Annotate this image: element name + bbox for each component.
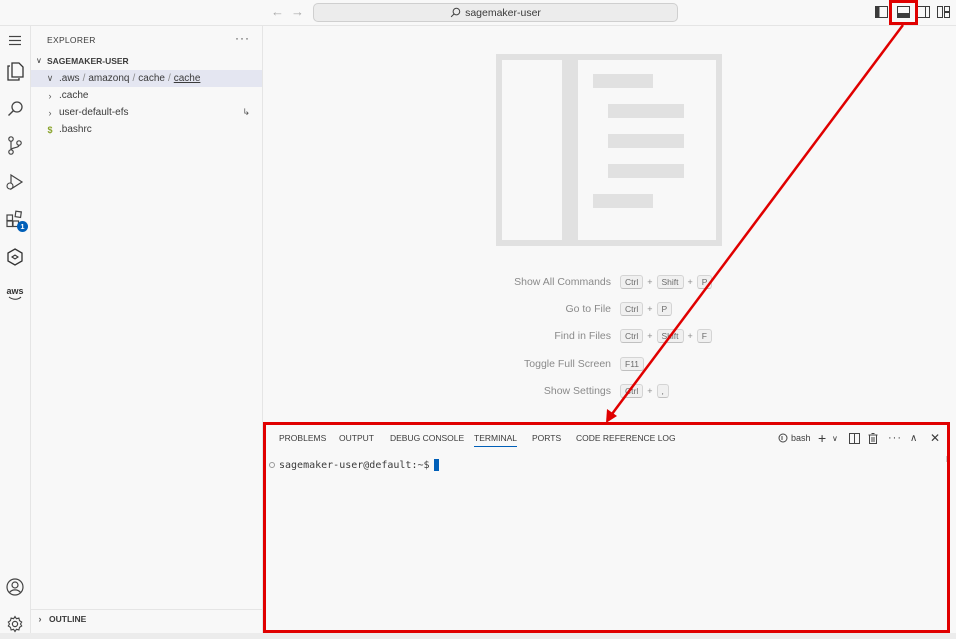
forward-arrow-icon[interactable]: → bbox=[291, 4, 304, 19]
toggle-primary-sidebar-icon[interactable] bbox=[873, 4, 889, 20]
key-cap: F bbox=[696, 329, 712, 343]
key-cap: Shift bbox=[656, 329, 684, 343]
outline-section[interactable]: › OUTLINE bbox=[31, 609, 262, 627]
title-bar: ← → sagemaker-user bbox=[0, 0, 956, 26]
tree-item-label: user-default-efs bbox=[59, 107, 129, 118]
command-center-text: sagemaker-user bbox=[465, 6, 541, 19]
shortcut-label: Toggle Full Screen bbox=[524, 358, 611, 370]
explorer-icon[interactable] bbox=[4, 60, 26, 82]
extensions-icon[interactable]: 1 bbox=[4, 208, 28, 232]
tree-item-cache[interactable]: › .cache bbox=[31, 87, 262, 104]
tree-item-label: .cache bbox=[59, 90, 89, 101]
chevron-right-icon: › bbox=[48, 107, 52, 118]
path-separator: / bbox=[82, 73, 86, 84]
annotation-highlight-toggle-panel bbox=[889, 0, 918, 25]
annotation-highlight-panel bbox=[263, 422, 950, 633]
key-cap: , bbox=[656, 384, 669, 398]
back-arrow-icon[interactable]: ← bbox=[271, 4, 284, 19]
explorer-more-actions-button[interactable]: ··· bbox=[235, 31, 250, 45]
path-separator: / bbox=[167, 73, 171, 84]
tree-item-user-default-efs[interactable]: › user-default-efs ↳ bbox=[31, 104, 262, 121]
path-segment: .aws bbox=[59, 73, 80, 84]
tree-item-aws-cache[interactable]: ∨ .aws / amazonq / cache / cache bbox=[31, 70, 262, 87]
chevron-right-icon: › bbox=[38, 613, 42, 624]
shortcut-show-all-commands: Show All Commands Ctrl + Shift + P bbox=[491, 275, 713, 289]
aws-label: aws bbox=[6, 285, 24, 296]
outline-title: OUTLINE bbox=[49, 613, 87, 624]
key-cap: Ctrl bbox=[620, 302, 644, 316]
explorer-sidebar: EXPLORER ··· ∨ SAGEMAKER-USER ∨ .aws / a… bbox=[31, 26, 263, 639]
workspace-title[interactable]: SAGEMAKER-USER bbox=[47, 56, 129, 66]
source-control-icon[interactable] bbox=[4, 134, 26, 156]
editor-area: Show All Commands Ctrl + Shift + P Go to F… bbox=[264, 26, 956, 423]
chevron-right-icon: › bbox=[48, 90, 52, 101]
activity-bar: 1 aws bbox=[0, 26, 31, 639]
shortcut-show-settings: Show Settings Ctrl + , bbox=[491, 384, 669, 398]
symlink-icon: ↳ bbox=[242, 107, 250, 117]
amazon-q-icon[interactable] bbox=[4, 246, 26, 268]
shortcut-label: Find in Files bbox=[554, 330, 611, 342]
shortcut-label: Go to File bbox=[565, 303, 611, 315]
shortcut-toggle-full-screen: Toggle Full Screen F11 bbox=[491, 357, 645, 371]
key-cap: P bbox=[656, 302, 673, 316]
shortcut-label: Show All Commands bbox=[514, 276, 611, 288]
path-segment: cache bbox=[173, 73, 201, 84]
settings-gear-icon[interactable] bbox=[4, 613, 26, 635]
key-cap: F11 bbox=[620, 357, 645, 371]
tree-item-label: .bashrc bbox=[59, 124, 92, 135]
search-icon bbox=[450, 7, 461, 18]
key-cap: Ctrl bbox=[620, 384, 644, 398]
status-strip bbox=[0, 633, 956, 639]
run-and-debug-icon[interactable] bbox=[4, 171, 26, 193]
search-view-icon[interactable] bbox=[4, 97, 26, 119]
path-segment: cache bbox=[138, 73, 165, 84]
key-cap: Ctrl bbox=[620, 329, 644, 343]
shell-file-icon: $ bbox=[47, 124, 53, 135]
path-segment: amazonq bbox=[88, 73, 130, 84]
chevron-down-icon: ∨ bbox=[46, 73, 54, 83]
menu-icon[interactable] bbox=[4, 29, 26, 51]
key-cap: Ctrl bbox=[620, 275, 644, 289]
shortcut-go-to-file: Go to File Ctrl + P bbox=[491, 302, 673, 316]
customize-layout-icon[interactable] bbox=[935, 4, 951, 20]
command-center-search[interactable]: sagemaker-user bbox=[313, 3, 678, 22]
path-separator: / bbox=[132, 73, 136, 84]
explorer-title: EXPLORER bbox=[47, 35, 96, 45]
key-cap: Shift bbox=[656, 275, 684, 289]
extensions-badge: 1 bbox=[17, 221, 28, 232]
aws-icon[interactable]: aws bbox=[4, 282, 26, 304]
vscode-watermark-logo bbox=[496, 54, 722, 246]
shortcut-find-in-files: Find in Files Ctrl + Shift + F bbox=[491, 329, 712, 343]
account-icon[interactable] bbox=[4, 576, 26, 598]
tree-item-bashrc[interactable]: $ .bashrc bbox=[31, 121, 262, 138]
key-cap: P bbox=[696, 275, 713, 289]
chevron-down-icon[interactable]: ∨ bbox=[36, 56, 42, 65]
shortcut-label: Show Settings bbox=[543, 385, 611, 397]
